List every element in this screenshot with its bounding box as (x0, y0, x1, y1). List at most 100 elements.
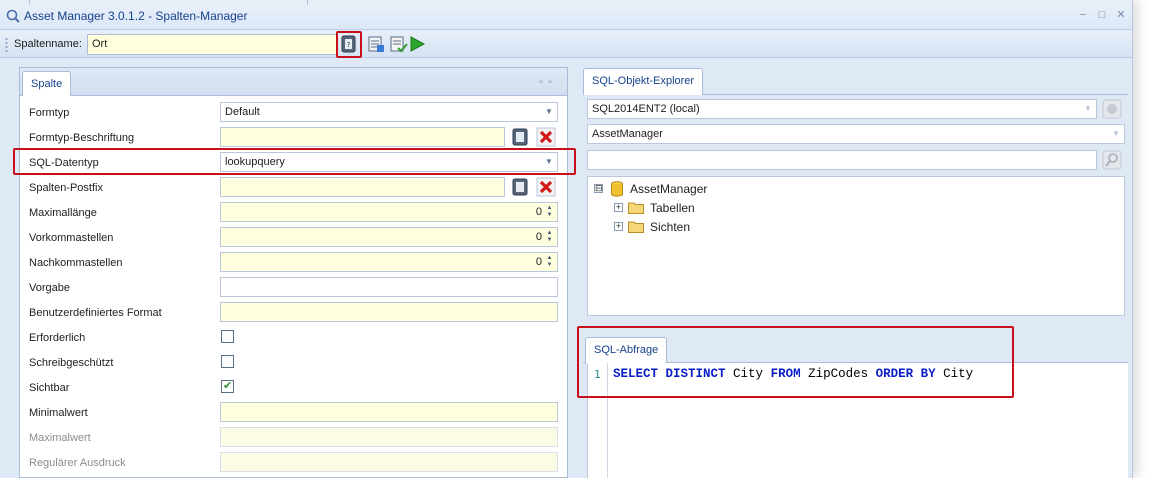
delete-icon[interactable] (536, 127, 556, 147)
collapse-icon[interactable]: ⊟ (594, 184, 603, 193)
maximallaenge-value: 0 (535, 206, 542, 218)
row-minimalwert: Minimalwert (20, 400, 568, 425)
row-erforderlich: Erforderlich (20, 325, 568, 350)
checkmark-icon: ✔ (223, 380, 233, 392)
schreibgeschuetzt-checkbox[interactable] (221, 355, 234, 368)
vorgabe-input[interactable] (220, 277, 558, 297)
tree-node-label: AssetManager (630, 182, 708, 196)
filter-input[interactable] (587, 150, 1097, 170)
tree-node-label: Tabellen (650, 201, 695, 215)
window-title: Asset Manager 3.0.1.2 - Spalten-Manager (24, 9, 248, 23)
formtyp-beschriftung-input[interactable] (220, 127, 505, 147)
row-nachkommastellen: Nachkommastellen 0 ▲ ▼ (20, 250, 568, 275)
spalten-postfix-input[interactable] (220, 177, 505, 197)
row-vorgabe: Vorgabe (20, 275, 568, 300)
spin-arrows-icon[interactable]: ▲ ▼ (545, 255, 554, 269)
toolbar-grip-icon[interactable] (5, 37, 8, 53)
chevron-down-icon[interactable]: ▼ (544, 107, 554, 117)
tab-scroll-arrows[interactable]: ◂▸ (538, 76, 559, 87)
vorkommastellen-label: Vorkommastellen (29, 232, 114, 244)
sichtbar-checkbox[interactable]: ✔ (221, 380, 234, 393)
strip-divider (29, 0, 30, 5)
tree-node-label: Sichten (650, 220, 691, 234)
maximalwert-label: Maximalwert (29, 432, 91, 444)
lookup-highlight-box (336, 31, 362, 58)
title-top-strip (0, 0, 1132, 5)
spalte-panel: Spalte ◂▸ Formtyp Default ▼ Formtyp-Besc… (19, 67, 568, 478)
chevron-down-icon[interactable]: ▼ (1083, 104, 1093, 114)
close-button[interactable]: ✕ (1113, 8, 1129, 22)
spaltenname-input[interactable]: Ort (87, 34, 337, 55)
tab-sql-objekt-explorer[interactable]: SQL-Objekt-Explorer (583, 68, 704, 95)
regulaerer-ausdruck-input[interactable] (220, 452, 558, 472)
nachkommastellen-spinner[interactable]: 0 ▲ ▼ (220, 252, 558, 272)
row-spalten-postfix: Spalten-Postfix (20, 175, 568, 200)
server-combo[interactable]: SQL2014ENT2 (local) ▼ (587, 99, 1097, 119)
maximallaenge-label: Maximallänge (29, 207, 97, 219)
row-sichtbar: Sichtbar ✔ (20, 375, 568, 400)
spin-arrows-icon[interactable]: ▲ ▼ (545, 230, 554, 244)
vorkommastellen-spinner[interactable]: 0 ▲ ▼ (220, 227, 558, 247)
delete-icon[interactable] (536, 177, 556, 197)
benutzerdefiniertes-format-label: Benutzerdefiniertes Format (29, 307, 162, 319)
nachkommastellen-value: 0 (535, 256, 542, 268)
sql-datentyp-highlight-box (13, 148, 576, 175)
database-value: AssetManager (592, 128, 663, 140)
lookup-icon[interactable] (510, 127, 530, 147)
sql-objekt-explorer-panel: SQL-Objekt-Explorer SQL2014ENT2 (local) … (583, 67, 1128, 317)
spalten-postfix-label: Spalten-Postfix (29, 182, 103, 194)
row-benutzerdefiniertes-format: Benutzerdefiniertes Format (20, 300, 568, 325)
maximize-button[interactable]: □ (1094, 8, 1110, 22)
chevron-down-icon[interactable]: ▼ (1111, 129, 1121, 139)
row-schreibgeschuetzt: Schreibgeschützt (20, 350, 568, 375)
row-regulaerer-ausdruck: Regulärer Ausdruck (20, 450, 568, 475)
formtyp-beschriftung-label: Formtyp-Beschriftung (29, 132, 135, 144)
toolbar: Spaltenname: Ort ? (0, 31, 1132, 58)
minimalwert-label: Minimalwert (29, 407, 88, 419)
folder-icon (628, 221, 644, 233)
vorgabe-label: Vorgabe (29, 282, 70, 294)
spalte-tabstrip: Spalte ◂▸ (20, 68, 567, 96)
nachkommastellen-label: Nachkommastellen (29, 257, 123, 269)
app-icon (6, 9, 20, 23)
expand-icon[interactable]: + (614, 203, 623, 212)
expand-icon[interactable]: + (614, 222, 623, 231)
row-formtyp: Formtyp Default ▼ (20, 100, 568, 125)
title-bar: Asset Manager 3.0.1.2 - Spalten-Manager … (0, 0, 1132, 30)
sichtbar-label: Sichtbar (29, 382, 70, 394)
regulaerer-ausdruck-label: Regulärer Ausdruck (29, 457, 126, 469)
explorer-tabstrip: SQL-Objekt-Explorer (583, 67, 1128, 95)
run-icon[interactable] (407, 34, 427, 54)
formtyp-label: Formtyp (29, 107, 70, 119)
benutzerdefiniertes-format-input[interactable] (220, 302, 558, 322)
minimize-button[interactable]: − (1075, 8, 1091, 22)
database-combo[interactable]: AssetManager ▼ (587, 124, 1125, 144)
vorkommastellen-value: 0 (535, 231, 542, 243)
server-value: SQL2014ENT2 (local) (592, 103, 700, 115)
row-maximallaenge: Maximallänge 0 ▲ ▼ (20, 200, 568, 225)
formtyp-value: Default (225, 106, 260, 118)
row-formtyp-beschriftung: Formtyp-Beschriftung (20, 125, 568, 150)
erforderlich-label: Erforderlich (29, 332, 86, 344)
maximallaenge-spinner[interactable]: 0 ▲ ▼ (220, 202, 558, 222)
spaltenname-label: Spaltenname: (14, 38, 82, 50)
database-icon (611, 181, 623, 197)
spin-arrows-icon[interactable]: ▲ ▼ (545, 205, 554, 219)
script-icon[interactable] (366, 34, 386, 54)
erforderlich-checkbox[interactable] (221, 330, 234, 343)
script-check-icon[interactable] (388, 34, 408, 54)
connect-icon[interactable] (1102, 99, 1122, 119)
object-tree: ⊟ AssetManager + Tabellen + Sichten (587, 176, 1125, 316)
tab-spalte[interactable]: Spalte (22, 71, 72, 96)
row-vorkommastellen: Vorkommastellen 0 ▲ ▼ (20, 225, 568, 250)
strip-divider (307, 0, 308, 5)
lookup-icon[interactable] (510, 177, 530, 197)
spalten-manager-window: Asset Manager 3.0.1.2 - Spalten-Manager … (0, 0, 1133, 478)
maximalwert-input[interactable] (220, 427, 558, 447)
search-icon[interactable] (1102, 150, 1122, 170)
sql-abfrage-highlight-box (577, 326, 1014, 398)
minimalwert-input[interactable] (220, 402, 558, 422)
schreibgeschuetzt-label: Schreibgeschützt (29, 357, 114, 369)
folder-icon (628, 202, 644, 214)
formtyp-combo[interactable]: Default ▼ (220, 102, 558, 122)
